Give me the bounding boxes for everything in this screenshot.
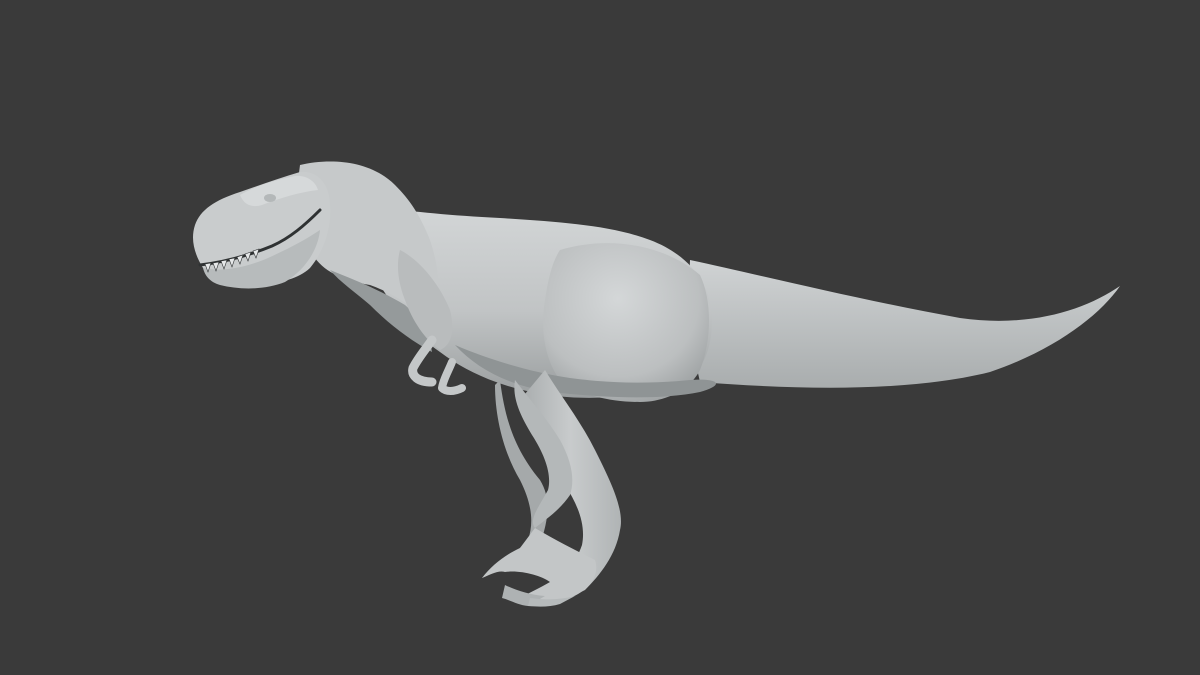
eye-icon bbox=[264, 194, 276, 202]
3d-viewport[interactable] bbox=[0, 0, 1200, 675]
t-rex-model[interactable] bbox=[0, 0, 1200, 675]
tail bbox=[689, 260, 1120, 388]
foot bbox=[482, 528, 597, 607]
